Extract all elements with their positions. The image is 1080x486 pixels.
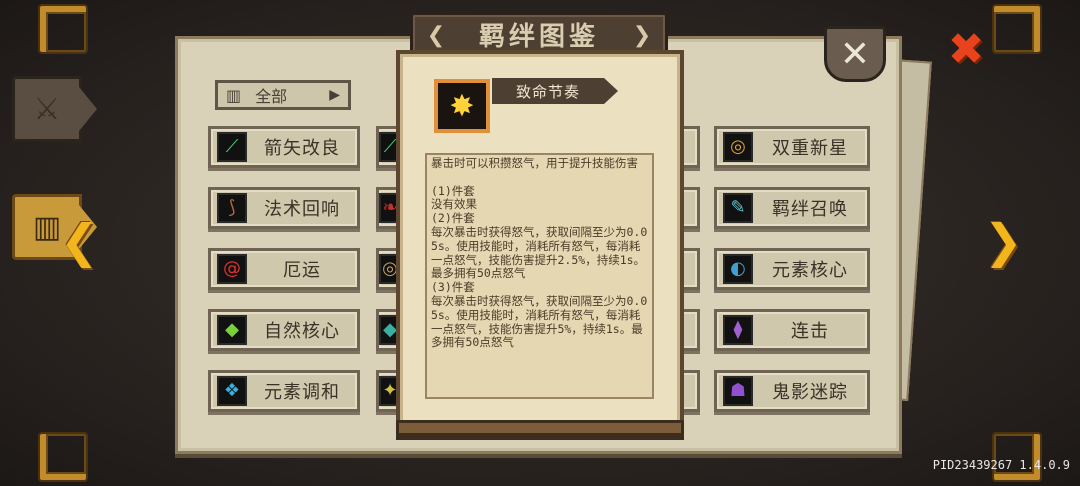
corner-frame	[40, 6, 86, 52]
bond-button-element-core[interactable]: ◐ 元素核心	[714, 248, 870, 290]
bond-label: 双重新星	[772, 138, 848, 159]
element-core-icon: ◐	[723, 254, 753, 284]
bond-label: 羁绊召唤	[772, 199, 848, 220]
popup-base	[396, 420, 684, 436]
curse-icon: @	[217, 254, 247, 284]
critical-burst-icon: ✸	[434, 79, 490, 133]
nature-core-icon: ◆	[217, 315, 247, 345]
prev-arrow-icon[interactable]: ❮	[60, 218, 99, 264]
ghost-icon: ☗	[723, 376, 753, 406]
next-arrow-icon[interactable]: ❯	[984, 218, 1023, 264]
book-icon: ▥	[226, 85, 242, 105]
filter-dropdown[interactable]: ▥ 全部 ▶	[215, 80, 351, 110]
bond-label: 鬼影迷踪	[772, 382, 848, 403]
filter-label: 全部	[255, 87, 288, 106]
bond-button-ghost-trace[interactable]: ☗ 鬼影迷踪	[714, 370, 870, 412]
bond-button-element-harmony[interactable]: ❖ 元素调和	[208, 370, 360, 412]
bond-name-tag: 致命节奏	[492, 78, 618, 104]
triangle-right-icon: ▶	[329, 87, 340, 103]
bond-label: 元素调和	[264, 382, 340, 403]
close-icon: ✕	[839, 33, 871, 75]
bond-label: 元素核心	[772, 260, 848, 281]
bond-name: 致命节奏	[515, 82, 580, 101]
close-button[interactable]: ✕	[824, 26, 886, 82]
close-popup-button[interactable]: ✖	[944, 28, 988, 72]
bond-label: 厄运	[283, 260, 321, 281]
bond-button-bond-summon[interactable]: ✎ 羁绊召唤	[714, 187, 870, 229]
version-label: PID23439267 1.4.0.9	[932, 458, 1070, 472]
bond-button-nature-core[interactable]: ◆ 自然核心	[208, 309, 360, 351]
summon-icon: ✎	[723, 193, 753, 223]
book-icon: ▥	[32, 209, 62, 245]
bond-button-spell-echo[interactable]: ⟆ 法术回响	[208, 187, 360, 229]
page-title: 羁绊图鉴	[478, 21, 599, 52]
element-harmony-icon: ❖	[217, 376, 247, 406]
scroll-ornament-icon: ❮	[426, 23, 446, 48]
bond-button-arrow-improve[interactable]: ⟋ 箭矢改良	[208, 126, 360, 168]
bond-description: 暴击时可以积攒怒气，用于提升技能伤害 (1)件套 没有效果 (2)件套 每次暴击…	[425, 153, 654, 399]
bond-button-combo[interactable]: ⧫ 连击	[714, 309, 870, 351]
combo-icon: ⧫	[723, 315, 753, 345]
bond-button-double-nova[interactable]: ◎ 双重新星	[714, 126, 870, 168]
tab-sword[interactable]: ⚔	[12, 76, 97, 142]
arrows-icon: ⟋	[217, 132, 247, 162]
corner-frame	[40, 434, 86, 480]
nova-icon: ◎	[723, 132, 753, 162]
bond-label: 箭矢改良	[264, 138, 340, 159]
bond-label: 连击	[791, 321, 829, 342]
bond-label: 法术回响	[264, 199, 340, 220]
bond-label: 自然核心	[264, 321, 340, 342]
scroll-ornament-icon: ❯	[632, 23, 652, 48]
bond-button-doom[interactable]: @ 厄运	[208, 248, 360, 290]
staff-icon: ⟆	[217, 193, 247, 223]
corner-frame	[994, 434, 1040, 480]
sword-icon: ⚔	[33, 91, 61, 127]
corner-frame	[994, 6, 1040, 52]
